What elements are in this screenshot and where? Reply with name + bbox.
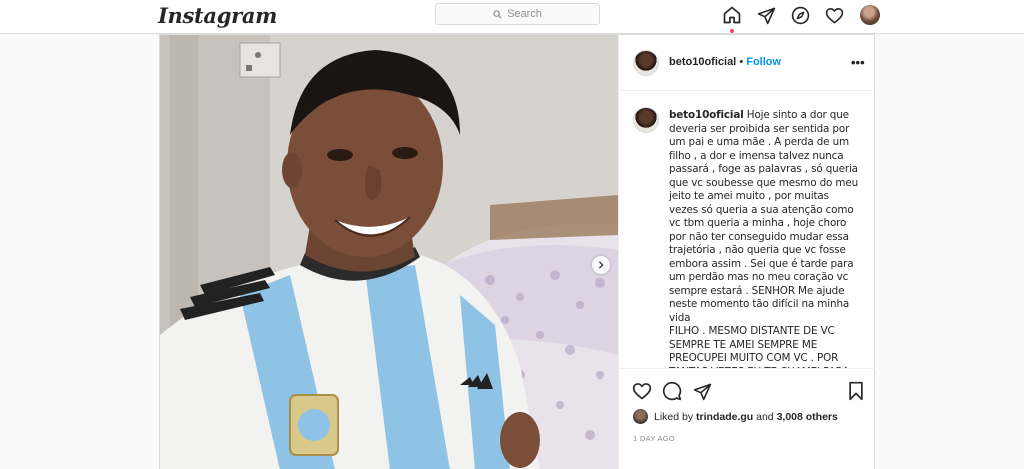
share-icon[interactable] <box>691 380 713 402</box>
author-line: beto10oficial • Follow <box>669 56 781 68</box>
like-icon[interactable] <box>631 380 653 402</box>
instagram-logo[interactable]: Instagram <box>158 3 277 28</box>
caption: beto10oficial Hoje sinto a dor que dever… <box>669 109 859 368</box>
post-photo[interactable] <box>160 35 618 469</box>
search-icon <box>493 9 502 19</box>
explore-icon[interactable] <box>788 3 812 27</box>
post-actions: Liked by trindade.gu and 3,008 others 1 … <box>619 368 875 469</box>
author-username[interactable]: beto10oficial <box>669 56 736 68</box>
chevron-right-icon <box>598 261 604 269</box>
liker-avatar[interactable] <box>633 409 648 424</box>
follow-button[interactable]: Follow <box>746 56 781 68</box>
liked-by-and: and <box>756 410 774 423</box>
caption-area: beto10oficial Hoje sinto a dor que dever… <box>619 92 875 368</box>
selfie-image <box>160 35 618 469</box>
post-card: beto10oficial • Follow ••• beto10oficial… <box>159 34 875 469</box>
liked-by-prefix: Liked by <box>654 410 694 423</box>
profile-avatar[interactable] <box>860 5 880 25</box>
post-side-panel: beto10oficial • Follow ••• beto10oficial… <box>618 35 875 469</box>
post-header: beto10oficial • Follow ••• <box>619 35 875 91</box>
direct-icon[interactable] <box>754 3 778 27</box>
search-input[interactable]: Search <box>435 3 600 25</box>
home-icon[interactable] <box>720 3 744 33</box>
save-bookmark-icon[interactable] <box>845 380 867 402</box>
more-options-icon[interactable]: ••• <box>851 55 865 70</box>
comment-icon[interactable] <box>661 380 683 402</box>
liked-by-count[interactable]: 3,008 others <box>777 411 838 423</box>
next-photo-button[interactable] <box>592 256 610 274</box>
post-timestamp[interactable]: 1 DAY AGO <box>633 434 675 443</box>
caption-author-avatar[interactable] <box>633 107 659 133</box>
search-placeholder: Search <box>507 8 542 20</box>
author-avatar[interactable] <box>633 50 659 76</box>
top-navigation-bar: Instagram Search <box>0 0 1024 34</box>
active-indicator-dot <box>730 29 734 33</box>
caption-text: Hoje sinto a dor que deveria ser proibid… <box>669 109 859 368</box>
nav-icons <box>720 3 880 33</box>
likes-summary: Liked by trindade.gu and 3,008 others <box>633 409 838 424</box>
caption-username[interactable]: beto10oficial <box>669 109 744 121</box>
activity-heart-icon[interactable] <box>822 3 846 27</box>
liked-by-user[interactable]: trindade.gu <box>696 411 753 423</box>
separator: • <box>739 56 744 68</box>
